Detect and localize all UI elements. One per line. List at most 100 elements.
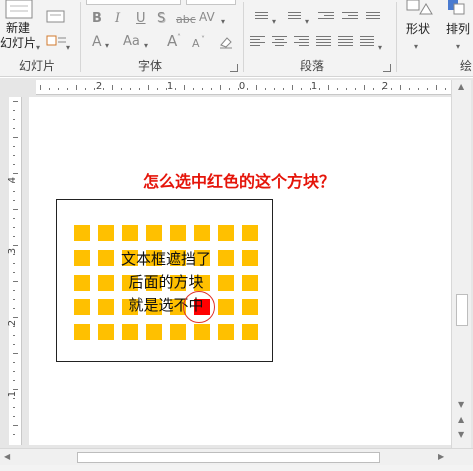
scroll-left-icon[interactable]: ◀ — [4, 452, 10, 462]
yellow-square[interactable] — [146, 324, 162, 340]
change-case-button[interactable]: Aa — [123, 34, 140, 50]
strikethrough-button[interactable]: abc — [176, 12, 196, 28]
bold-button[interactable]: B — [92, 11, 102, 27]
underline-button[interactable]: U — [136, 11, 146, 27]
yellow-square[interactable] — [194, 324, 210, 340]
ruler-tick — [328, 85, 329, 90]
numbering-icon[interactable] — [283, 12, 301, 21]
align-left-icon[interactable] — [250, 36, 265, 48]
arrange-button[interactable]: 排列 ▾ — [440, 0, 473, 56]
yellow-square[interactable] — [74, 225, 90, 241]
paragraph-dialog-launcher-icon[interactable] — [383, 64, 391, 72]
ruler-tick — [13, 209, 18, 210]
ruler-tick — [382, 88, 383, 90]
yellow-square[interactable] — [74, 275, 90, 291]
drawing-group-label: 绘 — [459, 59, 472, 73]
section-icon[interactable] — [46, 34, 68, 48]
font-color-button[interactable]: A — [92, 34, 102, 50]
ruler-tick — [13, 137, 18, 138]
ruler-tick — [13, 272, 15, 273]
shadow-button[interactable]: S — [157, 11, 165, 27]
justify-icon[interactable] — [316, 36, 331, 48]
ruler-h-num: 1 — [166, 81, 174, 92]
yellow-square[interactable] — [122, 324, 138, 340]
yellow-square[interactable] — [170, 324, 186, 340]
yellow-square[interactable] — [74, 250, 90, 266]
yellow-square[interactable] — [170, 225, 186, 241]
yellow-square[interactable] — [218, 225, 234, 241]
yellow-square[interactable] — [242, 324, 258, 340]
clear-format-icon[interactable] — [218, 35, 234, 49]
shrink-font-button[interactable]: A — [192, 36, 200, 52]
vertical-scroll-thumb[interactable] — [456, 294, 468, 326]
yellow-square[interactable] — [242, 250, 258, 266]
align-right-icon[interactable] — [294, 36, 309, 48]
previous-slide-icon[interactable]: ▲ — [458, 415, 464, 425]
yellow-square[interactable] — [242, 299, 258, 315]
yellow-square[interactable] — [218, 324, 234, 340]
grow-font-button[interactable]: A — [167, 33, 177, 49]
text-direction-dropdown-icon[interactable]: ▾ — [378, 40, 382, 56]
yellow-square[interactable] — [242, 225, 258, 241]
ruler-tick — [391, 88, 392, 90]
decrease-indent-icon[interactable] — [318, 12, 334, 21]
rectangle-frame[interactable]: 文本框遮挡了 后面的方块 就是选不中 — [56, 199, 273, 362]
yellow-square[interactable] — [146, 225, 162, 241]
yellow-square[interactable] — [122, 225, 138, 241]
vertical-scrollbar[interactable]: ▲ ▼ ▲ ▼ — [451, 80, 471, 448]
new-slide-label-2: 幻灯片 — [0, 36, 37, 50]
ruler-h-num: 1 — [310, 81, 318, 92]
layout-icon[interactable] — [46, 10, 66, 24]
shapes-icon — [406, 0, 433, 15]
ruler-tick — [247, 88, 248, 90]
ruler-tick — [139, 88, 140, 90]
ruler-tick — [67, 88, 68, 90]
ruler-tick — [13, 236, 15, 237]
ruler-tick — [13, 101, 18, 102]
ruler-tick — [13, 128, 15, 129]
shapes-button[interactable]: 形状 ▾ — [400, 0, 436, 56]
columns-icon[interactable] — [338, 36, 353, 48]
horizontal-scrollbar[interactable]: ◀ ▶ — [0, 448, 473, 465]
section-dropdown-icon[interactable]: ▾ — [66, 40, 70, 56]
yellow-square[interactable] — [194, 225, 210, 241]
scroll-up-icon[interactable]: ▲ — [458, 82, 464, 92]
next-slide-icon[interactable]: ▼ — [458, 430, 464, 440]
ruler-tick — [364, 85, 365, 90]
slide-canvas[interactable]: 怎么选中红色的这个方块？ 文本框遮挡了 后面的方块 就是选不中 — [29, 97, 451, 445]
arrange-icon — [448, 0, 465, 15]
yellow-square[interactable] — [74, 324, 90, 340]
yellow-square[interactable] — [74, 299, 90, 315]
font-name-box[interactable] — [86, 0, 181, 5]
scroll-down-icon[interactable]: ▼ — [458, 400, 464, 410]
ruler-tick — [418, 88, 419, 90]
font-size-box[interactable] — [186, 0, 236, 5]
yellow-square[interactable] — [98, 324, 114, 340]
char-spacing-dropdown-icon[interactable]: ▾ — [221, 14, 225, 30]
new-slide-dropdown-icon[interactable]: ▾ — [36, 40, 40, 56]
ruler-tick — [13, 290, 15, 291]
slide-title[interactable]: 怎么选中红色的这个方块？ — [89, 171, 389, 193]
change-case-dropdown-icon[interactable]: ▾ — [144, 38, 148, 54]
ruler-tick — [445, 88, 446, 90]
line-spacing-icon[interactable] — [366, 12, 380, 21]
horizontal-scroll-thumb[interactable] — [77, 452, 380, 463]
ruler-tick — [13, 308, 15, 309]
bullets-icon[interactable] — [250, 12, 268, 21]
yellow-square[interactable] — [242, 275, 258, 291]
ruler-tick — [13, 326, 15, 327]
text-direction-icon[interactable] — [360, 36, 374, 48]
char-spacing-button[interactable]: AV — [199, 9, 215, 25]
numbering-dropdown-icon[interactable]: ▾ — [305, 14, 309, 30]
increase-indent-icon[interactable] — [342, 12, 358, 21]
align-center-icon[interactable] — [272, 36, 287, 48]
ruler-tick — [220, 85, 221, 90]
italic-button[interactable]: I — [115, 11, 120, 27]
font-color-dropdown-icon[interactable]: ▾ — [105, 38, 109, 54]
ruler-tick — [13, 146, 15, 147]
scroll-right-icon[interactable]: ▶ — [438, 452, 444, 462]
yellow-square[interactable] — [98, 225, 114, 241]
ruler-tick — [121, 88, 122, 90]
font-dialog-launcher-icon[interactable] — [230, 64, 238, 72]
bullets-dropdown-icon[interactable]: ▾ — [272, 14, 276, 30]
